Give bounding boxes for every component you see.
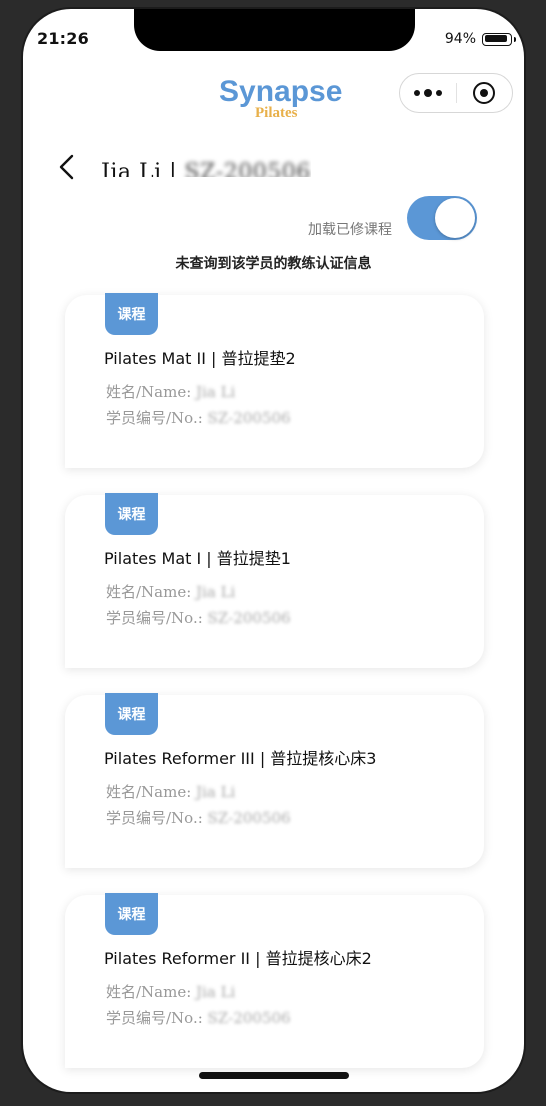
logo-sub-text: Pilates (255, 105, 298, 121)
course-tag: 课程 (105, 693, 158, 735)
course-card[interactable]: 课程 Pilates Reformer II | 普拉提核心床2 姓名/Name… (65, 893, 484, 1068)
battery-icon (482, 32, 516, 46)
home-indicator[interactable] (199, 1072, 349, 1079)
course-title: Pilates Reformer III | 普拉提核心床3 (104, 749, 377, 768)
battery-percent: 94% (444, 31, 476, 47)
course-title: Pilates Mat II | 普拉提垫2 (104, 349, 296, 368)
course-title: Pilates Reformer II | 普拉提核心床2 (104, 949, 372, 968)
number-label: 学员编号/No.: (106, 609, 208, 627)
course-title: Pilates Mat I | 普拉提垫1 (104, 549, 291, 568)
name-label: 姓名/Name: (106, 783, 197, 801)
brand-logo: Synapse Pilates (213, 67, 353, 123)
number-value: SZ-200506 (207, 809, 291, 827)
student-number-row: 学员编号/No.: SZ-200506 (106, 607, 291, 628)
course-card[interactable]: 课程 Pilates Reformer III | 普拉提核心床3 姓名/Nam… (65, 693, 484, 868)
name-label: 姓名/Name: (106, 983, 197, 1001)
name-value: Jia Li (196, 983, 236, 1001)
number-label: 学员编号/No.: (106, 1009, 208, 1027)
name-value: Jia Li (196, 583, 236, 601)
student-name-row: 姓名/Name: Jia Li (106, 581, 235, 602)
course-tag: 课程 (105, 893, 158, 935)
name-label: 姓名/Name: (106, 583, 197, 601)
battery-level-fill (484, 35, 507, 42)
back-chevron-icon[interactable] (55, 151, 79, 183)
student-name-row: 姓名/Name: Jia Li (106, 981, 235, 1002)
more-dots-icon[interactable] (400, 89, 456, 97)
number-value: SZ-200506 (207, 1009, 291, 1027)
student-number-row: 学员编号/No.: SZ-200506 (106, 807, 291, 828)
number-label: 学员编号/No.: (106, 409, 208, 427)
phone-screen: 21:26 94% Synapse Pilates Jia Li | SZ-20… (23, 9, 524, 1092)
no-certification-notice: 未查询到该学员的教练认证信息 (175, 256, 372, 272)
status-indicators: 94% (444, 31, 516, 47)
toggle-knob (435, 198, 475, 238)
student-name: Jia Li | (101, 160, 185, 177)
load-completed-courses-label: 加载已修课程 (308, 222, 392, 238)
course-tag: 课程 (105, 293, 158, 335)
student-name-row: 姓名/Name: Jia Li (106, 781, 235, 802)
status-time: 21:26 (37, 29, 89, 48)
student-number-row: 学员编号/No.: SZ-200506 (106, 407, 291, 428)
camera-notch (134, 9, 415, 51)
load-completed-courses-toggle[interactable] (407, 196, 477, 240)
page-title: Jia Li | SZ-200506 (101, 155, 311, 177)
name-value: Jia Li (196, 783, 236, 801)
course-card[interactable]: 课程 Pilates Mat I | 普拉提垫1 姓名/Name: Jia Li… (65, 493, 484, 668)
student-id: SZ-200506 (184, 160, 311, 177)
miniprogram-capsule (399, 73, 513, 113)
name-value: Jia Li (196, 383, 236, 401)
logo-main-text: Synapse (219, 75, 342, 108)
number-value: SZ-200506 (207, 409, 291, 427)
target-close-icon[interactable] (456, 82, 512, 104)
name-label: 姓名/Name: (106, 383, 197, 401)
number-label: 学员编号/No.: (106, 809, 208, 827)
student-number-row: 学员编号/No.: SZ-200506 (106, 1007, 291, 1028)
course-card[interactable]: 课程 Pilates Mat II | 普拉提垫2 姓名/Name: Jia L… (65, 293, 484, 468)
student-name-row: 姓名/Name: Jia Li (106, 381, 235, 402)
course-tag: 课程 (105, 493, 158, 535)
number-value: SZ-200506 (207, 609, 291, 627)
